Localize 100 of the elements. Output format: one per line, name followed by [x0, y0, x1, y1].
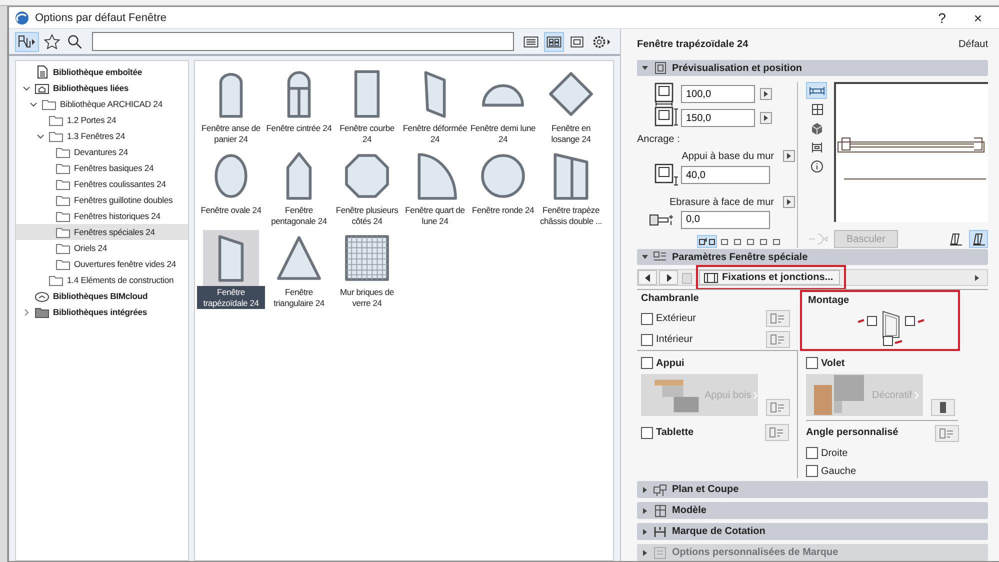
- tree-item[interactable]: Fenêtres coulissantes 24: [16, 176, 188, 192]
- checkbox[interactable]: [641, 334, 653, 346]
- angle-settings-icon[interactable]: [935, 425, 959, 442]
- reveal-menu-button[interactable]: [783, 196, 795, 208]
- library-person-icon[interactable]: [15, 32, 39, 52]
- collapsed-triangle-icon[interactable]: [642, 486, 648, 492]
- tree-item[interactable]: Ouvertures fenêtre vides 24: [16, 256, 188, 272]
- tree-item[interactable]: Bibliothèque ARCHICAD 24: [16, 96, 188, 112]
- library-item[interactable]: Fenêtre triangulaire 24: [265, 230, 333, 309]
- casing-settings-icon[interactable]: [766, 310, 790, 327]
- tree-item[interactable]: Bibliothèque emboîtée: [16, 64, 188, 80]
- expanded-chevron-icon[interactable]: [22, 84, 31, 92]
- anchor-option-icon[interactable]: [697, 235, 717, 248]
- checkbox[interactable]: [641, 312, 653, 324]
- panel-icon: [704, 272, 718, 282]
- checkbox[interactable]: [905, 316, 915, 326]
- checkbox-label: Appui: [656, 358, 684, 368]
- wall-reveal-icon: [649, 212, 675, 228]
- tree-item[interactable]: 1.3 Fenêtres 24: [16, 128, 188, 144]
- object-name: Fenêtre trapézoïdale 24: [637, 39, 748, 50]
- window-frame-icon: [653, 61, 667, 76]
- library-item[interactable]: Fenêtre quart de lune 24: [401, 148, 469, 227]
- expanded-triangle-icon[interactable]: [642, 65, 648, 72]
- checkbox[interactable]: [806, 447, 818, 459]
- group-title: Montage: [808, 295, 850, 308]
- section-header[interactable]: Modèle: [637, 502, 988, 519]
- triangle-right-icon: [786, 199, 792, 206]
- library-item[interactable]: Fenêtre en losange 24: [537, 66, 605, 145]
- close-button[interactable]: ×: [963, 8, 993, 28]
- help-button[interactable]: ?: [927, 8, 957, 28]
- checkbox-label: Droite: [821, 448, 848, 458]
- width-menu-button[interactable]: [760, 88, 772, 100]
- folder-icon: [48, 273, 64, 287]
- window-title: Options par défaut Fenêtre: [35, 12, 168, 24]
- page-selector-button[interactable]: Fixations et jonctions...: [699, 270, 840, 285]
- library-item[interactable]: Fenêtre ronde 24: [469, 148, 537, 227]
- library-item[interactable]: Mur briques de verre 24: [333, 230, 401, 309]
- library-item[interactable]: Fenêtre ovale 24: [197, 148, 265, 227]
- grid-view-icon[interactable]: [544, 32, 564, 52]
- board-settings-icon[interactable]: [765, 424, 789, 441]
- casing-settings-icon[interactable]: [766, 331, 790, 348]
- checkbox[interactable]: [806, 465, 818, 477]
- library-item[interactable]: Fenêtre anse de panier 24: [197, 66, 265, 145]
- triangle-right-icon: [786, 153, 792, 160]
- chevron-right-icon: [914, 392, 920, 398]
- mirror-icon[interactable]: [969, 230, 988, 248]
- star-icon[interactable]: [42, 32, 62, 52]
- sill-settings-icon[interactable]: [766, 399, 790, 416]
- library-item[interactable]: Fenêtre courbe 24: [333, 66, 401, 145]
- checkbox[interactable]: [867, 316, 877, 326]
- section-header[interactable]: Paramètres Fenêtre spéciale: [637, 249, 988, 265]
- tree-item[interactable]: Oriels 24: [16, 240, 188, 256]
- collapsed-triangle-icon[interactable]: [642, 528, 648, 534]
- expanded-chevron-icon[interactable]: [29, 100, 38, 108]
- previous-page-icon[interactable]: [638, 270, 657, 285]
- library-item[interactable]: Fenêtre trapèze châssis double ...: [537, 148, 605, 227]
- cloud-library-icon: [34, 289, 50, 303]
- tree-item[interactable]: Fenêtres guillotine doubles: [16, 192, 188, 208]
- folder-icon: [55, 225, 71, 239]
- app-logo-icon: [15, 10, 29, 24]
- fixing-mark-icon: [894, 340, 902, 344]
- expanded-triangle-icon[interactable]: [642, 254, 648, 260]
- search-field[interactable]: [92, 32, 514, 51]
- library-item[interactable]: Fenêtre demi lune 24: [469, 66, 537, 145]
- tree-item[interactable]: Fenêtres basiques 24: [16, 160, 188, 176]
- checkbox-label: Extérieur: [656, 313, 696, 324]
- library-item[interactable]: Fenêtre cintrée 24: [265, 66, 333, 145]
- tree-item[interactable]: Bibliothèques BIMcloud: [16, 288, 188, 304]
- library-item[interactable]: Fenêtre déformée 24: [401, 66, 469, 145]
- triangle-right-icon: [763, 91, 769, 98]
- tree-item[interactable]: Devantures 24: [16, 144, 188, 160]
- tree-item[interactable]: 1.2 Portes 24: [16, 112, 188, 128]
- height-field[interactable]: 150,0: [681, 109, 755, 128]
- section-header[interactable]: Marque de Cotation: [637, 523, 988, 540]
- width-field[interactable]: 100,0: [681, 85, 755, 104]
- height-menu-button[interactable]: [760, 112, 772, 124]
- folder-icon: [48, 129, 64, 143]
- next-page-icon[interactable]: [659, 270, 678, 285]
- reveal-label: Ebrasure à face de mur: [670, 196, 774, 208]
- library-item[interactable]: Fenêtre pentagonale 24: [265, 148, 333, 227]
- plan-view-icon[interactable]: [806, 82, 827, 100]
- collapsed-triangle-icon[interactable]: [642, 508, 648, 514]
- tree-item[interactable]: Bibliothèques liées: [16, 80, 188, 96]
- tree-item[interactable]: Fenêtres spéciales 24: [16, 224, 188, 240]
- sill-menu-button[interactable]: [783, 150, 795, 162]
- expanded-chevron-icon[interactable]: [36, 132, 45, 140]
- section-header[interactable]: Plan et Coupe: [637, 481, 988, 498]
- tree-item[interactable]: Bibliothèques intégrées: [16, 304, 188, 320]
- tree-item[interactable]: Fenêtres historiques 24: [16, 208, 188, 224]
- checkbox[interactable]: [883, 336, 893, 346]
- tree-item[interactable]: 1.4 Eléments de construction: [16, 272, 188, 288]
- collapsed-chevron-icon[interactable]: [22, 308, 31, 316]
- sill-height-field[interactable]: 40,0: [681, 166, 770, 184]
- section-header[interactable]: Prévisualisation et position: [637, 60, 988, 76]
- shutter-settings-icon[interactable]: [931, 399, 955, 416]
- checkbox[interactable]: [641, 357, 653, 369]
- reveal-field[interactable]: 0,0: [681, 210, 770, 229]
- checkbox[interactable]: [806, 357, 818, 369]
- checkbox[interactable]: [641, 426, 653, 438]
- library-item[interactable]: Fenêtre plusieurs côtés 24: [333, 148, 401, 227]
